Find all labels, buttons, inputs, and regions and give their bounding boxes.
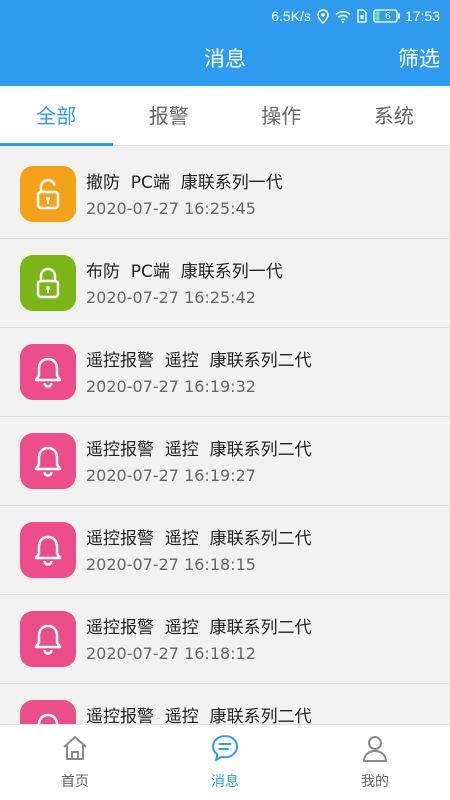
clock: 17:53 xyxy=(404,8,440,24)
message-title: 撤防 PC端 康联系列一代 xyxy=(86,173,283,193)
list-item[interactable]: 遥控报警 遥控 康联系列二代 2020-07-27 16:19:32 xyxy=(0,328,450,417)
nav-message-label: 消息 xyxy=(211,774,239,790)
filter-button[interactable]: 筛选 xyxy=(398,32,440,86)
message-title: 布防 PC端 康联系列一代 xyxy=(86,262,283,282)
tab-all[interactable]: 全部 xyxy=(0,86,113,146)
bell-icon xyxy=(20,522,76,578)
list-item[interactable]: 遥控报警 遥控 康联系列二代 xyxy=(0,684,450,724)
list-item[interactable]: 遥控报警 遥控 康联系列二代 2020-07-27 16:18:12 xyxy=(0,595,450,684)
nav-profile[interactable]: 我的 xyxy=(300,725,450,800)
list-item[interactable]: 撤防 PC端 康联系列一代 2020-07-27 16:25:45 xyxy=(0,150,450,239)
nav-message[interactable]: 消息 xyxy=(150,725,300,800)
location-icon xyxy=(317,8,329,24)
message-title: 遥控报警 遥控 康联系列二代 xyxy=(86,440,312,460)
nav-profile-label: 我的 xyxy=(361,774,389,790)
bottom-nav: 首页 消息 我的 xyxy=(0,724,450,800)
nav-home-label: 首页 xyxy=(61,774,89,790)
bell-icon xyxy=(20,433,76,489)
network-speed: 6.5K/s xyxy=(271,8,311,24)
message-title: 遥控报警 遥控 康联系列二代 xyxy=(86,707,312,724)
profile-icon xyxy=(360,733,390,767)
tab-bar: 全部 报警 操作 系统 xyxy=(0,86,450,146)
message-title: 遥控报警 遥控 康联系列二代 xyxy=(86,618,312,638)
message-title: 遥控报警 遥控 康联系列二代 xyxy=(86,529,312,549)
sim-icon xyxy=(357,9,367,23)
unlock-icon xyxy=(20,166,76,222)
message-time: 2020-07-27 16:19:27 xyxy=(86,466,256,485)
tab-alarm[interactable]: 报警 xyxy=(113,86,226,145)
list-item[interactable]: 遥控报警 遥控 康联系列二代 2020-07-27 16:19:27 xyxy=(0,417,450,506)
message-time: 2020-07-27 16:25:45 xyxy=(86,199,256,218)
message-time: 2020-07-27 16:18:12 xyxy=(86,644,256,663)
page-title: 消息 xyxy=(204,47,246,71)
battery-level: 6 xyxy=(385,10,391,22)
message-list[interactable]: 撤防 PC端 康联系列一代 2020-07-27 16:25:45 布防 PC端… xyxy=(0,150,450,724)
bell-icon xyxy=(20,344,76,400)
message-icon xyxy=(210,733,240,767)
message-time: 2020-07-27 16:19:32 xyxy=(86,377,256,396)
bell-icon xyxy=(20,611,76,667)
status-bar: 6.5K/s 6 17:53 xyxy=(0,0,450,32)
message-time: 2020-07-27 16:18:15 xyxy=(86,555,256,574)
tab-operation[interactable]: 操作 xyxy=(225,86,338,145)
list-item[interactable]: 遥控报警 遥控 康联系列二代 2020-07-27 16:18:15 xyxy=(0,506,450,595)
message-title: 遥控报警 遥控 康联系列二代 xyxy=(86,351,312,371)
home-icon xyxy=(60,733,90,767)
bell-icon xyxy=(20,700,76,724)
tab-system[interactable]: 系统 xyxy=(338,86,450,145)
lock-icon xyxy=(20,255,76,311)
nav-home[interactable]: 首页 xyxy=(0,725,150,800)
message-time: 2020-07-27 16:25:42 xyxy=(86,288,256,307)
list-item[interactable]: 布防 PC端 康联系列一代 2020-07-27 16:25:42 xyxy=(0,239,450,328)
wifi-icon xyxy=(335,10,351,23)
app-bar: 消息 筛选 xyxy=(0,32,450,86)
